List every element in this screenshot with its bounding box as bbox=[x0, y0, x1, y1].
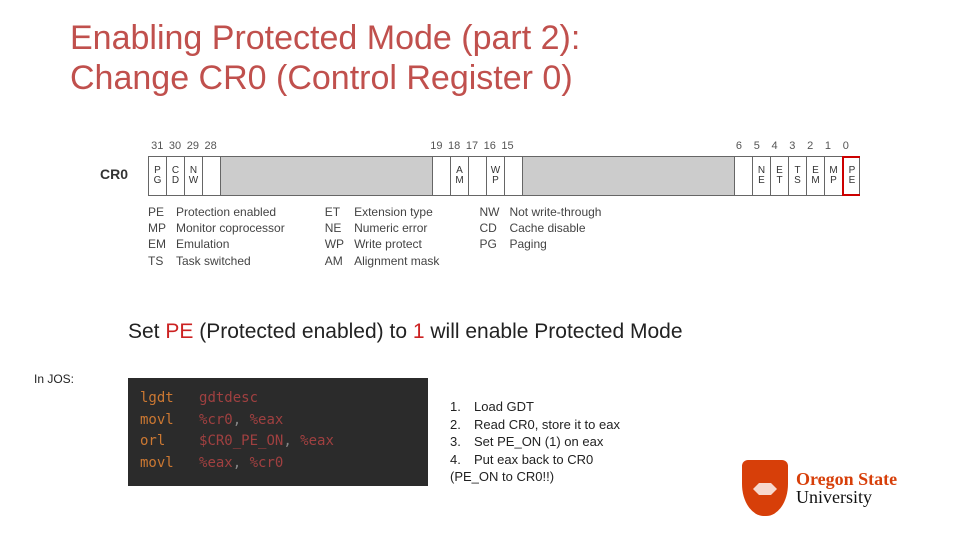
code-line: orl $CR0_PE_ON, %eax bbox=[140, 431, 416, 453]
legend-col-3: NW CD PG Not write-through Cache disable… bbox=[479, 204, 601, 269]
legend-key: MP bbox=[148, 220, 166, 236]
legend-key: TS bbox=[148, 253, 166, 269]
subtitle-text: will enable Protected Mode bbox=[425, 320, 683, 343]
bit-pg: PG bbox=[149, 157, 167, 195]
legend-key: NW bbox=[479, 204, 499, 220]
legend-key: NE bbox=[325, 220, 344, 236]
bitnum: 29 bbox=[187, 140, 199, 152]
step-tail: (PE_ON to CR0!!) bbox=[450, 468, 730, 486]
bit-17 bbox=[469, 157, 487, 195]
legend-desc: Paging bbox=[509, 236, 601, 252]
legend-key: AM bbox=[325, 253, 344, 269]
step-item: 2.Read CR0, store it to eax bbox=[450, 416, 730, 434]
bit-pe-highlighted: PE bbox=[842, 156, 860, 196]
bitnum: 4 bbox=[771, 140, 777, 152]
code-line: movl %cr0, %eax bbox=[140, 410, 416, 432]
bitnum: 19 bbox=[430, 140, 442, 152]
register-label: CR0 bbox=[100, 156, 148, 196]
bit-nw: NW bbox=[185, 157, 203, 195]
title-line-2: Change CR0 (Control Register 0) bbox=[70, 58, 890, 98]
logo-text: Oregon State University bbox=[796, 470, 897, 506]
legend-key: CD bbox=[479, 220, 499, 236]
legend-key: PG bbox=[479, 236, 499, 252]
cr0-diagram: 31 30 29 28 19 18 17 16 15 6 5 4 3 2 1 0… bbox=[100, 140, 860, 269]
bit-em: EM bbox=[807, 157, 825, 195]
subtitle-one: 1 bbox=[413, 320, 425, 343]
shield-icon bbox=[742, 460, 788, 516]
step-item: 3.Set PE_ON (1) on eax bbox=[450, 433, 730, 451]
bit-et: ET bbox=[771, 157, 789, 195]
legend-desc: Emulation bbox=[176, 236, 285, 252]
bit-19 bbox=[433, 157, 451, 195]
bit-wp: WP bbox=[487, 157, 505, 195]
bit-15 bbox=[505, 157, 523, 195]
bitnum: 30 bbox=[169, 140, 181, 152]
step-item: 4.Put eax back to CR0 bbox=[450, 451, 730, 469]
legend-desc: Monitor coprocessor bbox=[176, 220, 285, 236]
bit-6 bbox=[735, 157, 753, 195]
legend-desc: Cache disable bbox=[509, 220, 601, 236]
steps-list: 1.Load GDT 2.Read CR0, store it to eax 3… bbox=[450, 398, 730, 486]
legend-desc: Alignment mask bbox=[354, 253, 439, 269]
legend-desc: Extension type bbox=[354, 204, 439, 220]
assembly-code-block: lgdt gdtdesc movl %cr0, %eax orl $CR0_PE… bbox=[128, 378, 428, 486]
bitnum: 15 bbox=[501, 140, 513, 152]
legend-key: ET bbox=[325, 204, 344, 220]
bitnum: 3 bbox=[789, 140, 795, 152]
legend-key: EM bbox=[148, 236, 166, 252]
register-boxes: PG CD NW AM WP NE ET TS EM MP PE bbox=[148, 156, 860, 196]
subtitle: Set PE (Protected enabled) to 1 will ena… bbox=[128, 320, 683, 344]
bitnum: 6 bbox=[736, 140, 742, 152]
legend-key: WP bbox=[325, 236, 344, 252]
legend-desc: Numeric error bbox=[354, 220, 439, 236]
legend-desc: Not write-through bbox=[509, 204, 601, 220]
bitnum: 2 bbox=[807, 140, 813, 152]
bitnum: 16 bbox=[484, 140, 496, 152]
code-line: movl %eax, %cr0 bbox=[140, 453, 416, 475]
code-line: lgdt gdtdesc bbox=[140, 388, 416, 410]
bitnum: 18 bbox=[448, 140, 460, 152]
subtitle-text: (Protected enabled) to bbox=[193, 320, 412, 343]
reserved-gap bbox=[221, 157, 433, 195]
bit-cd: CD bbox=[167, 157, 185, 195]
bitnum: 0 bbox=[843, 140, 849, 152]
legend-col-1: PE MP EM TS Protection enabled Monitor c… bbox=[148, 204, 285, 269]
step-item: 1.Load GDT bbox=[450, 398, 730, 416]
bitnum: 5 bbox=[754, 140, 760, 152]
bitnum: 28 bbox=[205, 140, 217, 152]
legend-desc: Task switched bbox=[176, 253, 285, 269]
bitnum: 17 bbox=[466, 140, 478, 152]
bit-am: AM bbox=[451, 157, 469, 195]
in-jos-label: In JOS: bbox=[34, 372, 74, 386]
legend-desc: Write protect bbox=[354, 236, 439, 252]
subtitle-pe: PE bbox=[165, 320, 193, 343]
legend-col-2: ET NE WP AM Extension type Numeric error… bbox=[325, 204, 440, 269]
reserved-gap bbox=[523, 157, 735, 195]
slide-title: Enabling Protected Mode (part 2): Change… bbox=[70, 18, 890, 98]
bitnum: 1 bbox=[825, 140, 831, 152]
logo-line2: University bbox=[796, 488, 897, 506]
legend-key: PE bbox=[148, 204, 166, 220]
cr0-legend: PE MP EM TS Protection enabled Monitor c… bbox=[100, 204, 860, 269]
bit-ne: NE bbox=[753, 157, 771, 195]
bit-28 bbox=[203, 157, 221, 195]
legend-desc: Protection enabled bbox=[176, 204, 285, 220]
title-line-1: Enabling Protected Mode (part 2): bbox=[70, 19, 580, 57]
subtitle-text: Set bbox=[128, 320, 165, 343]
osu-logo: Oregon State University bbox=[742, 454, 942, 522]
bit-mp: MP bbox=[825, 157, 843, 195]
bitnum: 31 bbox=[151, 140, 163, 152]
logo-line1: Oregon State bbox=[796, 470, 897, 488]
bit-ts: TS bbox=[789, 157, 807, 195]
